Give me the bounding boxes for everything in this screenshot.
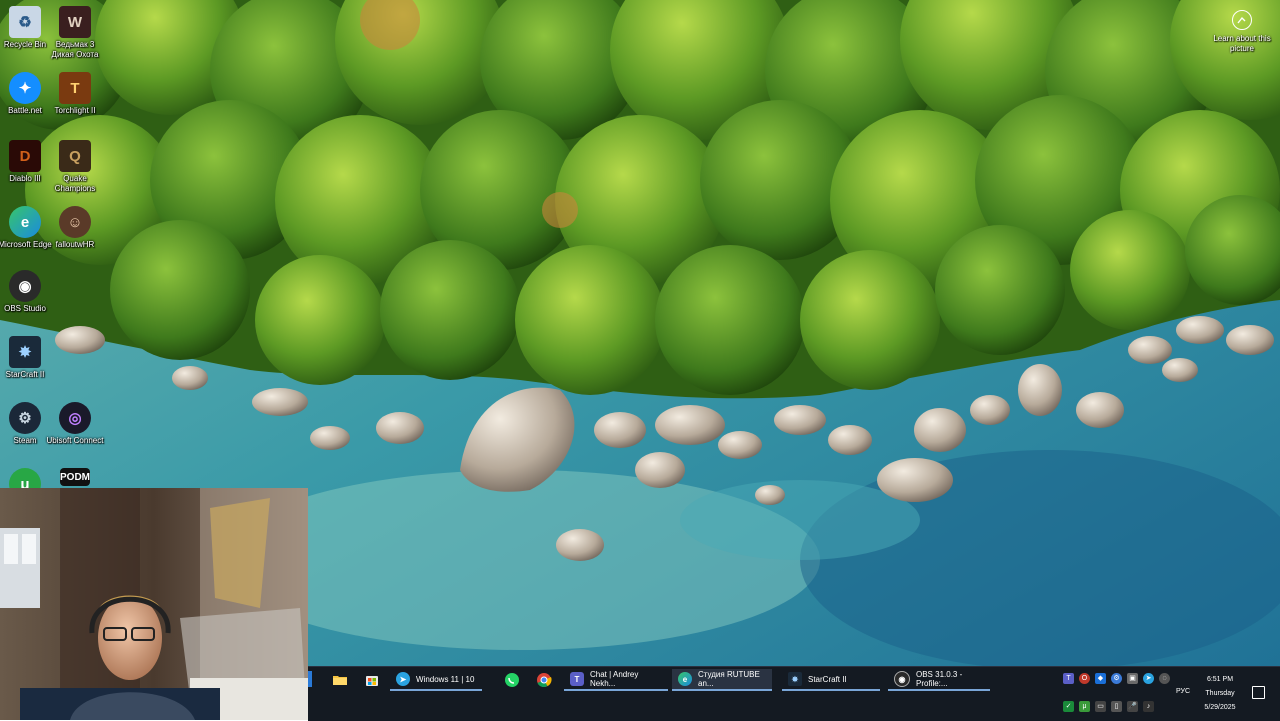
device-tray-icon[interactable]: ▣ (1127, 673, 1138, 684)
ubisoft-icon: ◎ (59, 402, 91, 434)
microphone-tray-icon[interactable]: 🎤 (1127, 701, 1138, 712)
tray-icons-top: T O ◆ ⚙ ▣ ➤ ◌ (1063, 673, 1170, 684)
desktop-icon-starcraft[interactable]: ✸ StarCraft II (0, 336, 55, 380)
volume-tray-icon[interactable]: ♪ (1143, 701, 1154, 712)
network-tray-icon[interactable]: ◌ (1159, 673, 1170, 684)
taskbar-item-starcraft[interactable]: ✸ StarCraft II (782, 669, 880, 691)
desktop-icon-torchlight[interactable]: T Torchlight II (45, 72, 105, 116)
edge-icon: e (9, 206, 41, 238)
whatsapp-icon[interactable] (504, 672, 520, 688)
witcher-icon: W (59, 6, 91, 38)
desktop-icon-witcher[interactable]: W Ведьмак 3 Дикая Охота (45, 6, 105, 60)
torchlight-icon: T (59, 72, 91, 104)
taskbar-clock[interactable]: 6:51 PM Thursday 5/29/2025 (1196, 673, 1244, 715)
obs-icon: ◉ (9, 270, 41, 302)
clock-time: 6:51 PM (1206, 676, 1234, 683)
desktop-icon-obs[interactable]: ◉ OBS Studio (0, 270, 55, 314)
quake-icon: Q (59, 140, 91, 172)
desktop-icon-podm[interactable]: PODM (45, 468, 105, 488)
chrome-icon[interactable] (536, 672, 552, 688)
telegram-icon: ➤ (396, 672, 410, 686)
utorrent-tray-icon[interactable]: μ (1079, 701, 1090, 712)
language-indicator[interactable]: РУС (1176, 688, 1190, 695)
learn-about-picture-button[interactable]: Learn about this picture (1212, 10, 1272, 54)
recycle-bin-icon: ♻ (9, 6, 41, 38)
notification-center-icon[interactable] (1252, 686, 1265, 699)
teams-chat-icon: T (570, 672, 584, 686)
edge-icon: e (678, 672, 692, 686)
podm-icon: PODM (60, 468, 90, 486)
steam-icon: ⚙ (9, 402, 41, 434)
camera-info-icon (1232, 10, 1252, 30)
desktop-icon-quake[interactable]: Q Quake Champions (45, 140, 105, 194)
store-icon[interactable] (364, 672, 380, 688)
desktop-icon-fallout[interactable]: ☺ falloutwHR (45, 206, 105, 250)
fallout-icon: ☺ (59, 206, 91, 238)
taskbar-item-obs[interactable]: ◉ OBS 31.0.3 - Profile:... (888, 669, 990, 691)
webcam-overlay (0, 488, 308, 720)
obs-icon: ◉ (894, 671, 910, 687)
security-tray-icon[interactable]: ✓ (1063, 701, 1074, 712)
diablo-icon: D (9, 140, 41, 172)
display-tray-icon[interactable]: ▭ (1095, 701, 1106, 712)
taskbar-item-telegram[interactable]: ➤ Windows 11 | 10 (390, 669, 482, 691)
clock-day: Thursday (1205, 690, 1235, 697)
battery-tray-icon[interactable]: ▯ (1111, 701, 1122, 712)
clock-date: 5/29/2025 (1204, 704, 1236, 711)
taskbar-item-rutube[interactable]: e Студия RUTUBE an... (672, 669, 772, 691)
starcraft-icon: ✸ (788, 672, 802, 686)
desktop-icon-ubisoft[interactable]: ◎ Ubisoft Connect (45, 402, 105, 446)
steam-tray-icon[interactable]: ⚙ (1111, 673, 1122, 684)
file-explorer-icon[interactable] (332, 672, 348, 688)
taskbar-item-teams-chat[interactable]: T Chat | Andrey Nekh... (564, 669, 668, 691)
tray-icons-bottom: ✓ μ ▭ ▯ 🎤 ♪ (1063, 701, 1154, 712)
teams-tray-icon[interactable]: T (1063, 673, 1074, 684)
opera-tray-icon[interactable]: O (1079, 673, 1090, 684)
shield-tray-icon[interactable]: ◆ (1095, 673, 1106, 684)
battlenet-icon: ✦ (9, 72, 41, 104)
start-button-edge[interactable] (308, 671, 312, 687)
learn-about-picture-label: Learn about this picture (1213, 34, 1271, 53)
telegram-tray-icon[interactable]: ➤ (1143, 673, 1154, 684)
starcraft-icon: ✸ (9, 336, 41, 368)
